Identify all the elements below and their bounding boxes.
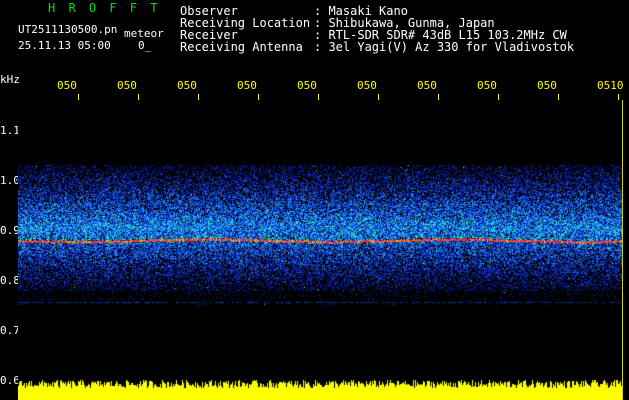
x-tick: 050	[117, 79, 137, 92]
datetime-label: 25.11.13 05:00	[18, 39, 111, 52]
y-tick: 1.1	[0, 124, 20, 137]
x-tick: 050	[177, 79, 197, 92]
x-tick: 0510	[597, 79, 624, 92]
x-tick: 050	[477, 79, 497, 92]
y-tick: 0.6	[0, 374, 20, 387]
x-tick: 050	[297, 79, 317, 92]
x-tick: 050	[537, 79, 557, 92]
x-tick: 050	[57, 79, 77, 92]
x-tick: 050	[417, 79, 437, 92]
right-axis-line	[622, 100, 623, 400]
y-tick: 0.7	[0, 324, 20, 337]
hrofft-screen: H R O F F T UT2511130500.pn meteor 25.11…	[0, 0, 629, 400]
x-tick: 050	[357, 79, 377, 92]
info-value-antenna: : 3el Yagi(V) Az 330 for Vladivostok	[314, 40, 575, 54]
y-axis-unit: kHz	[0, 73, 20, 86]
app-title: H R O F F T	[48, 1, 161, 15]
info-label-antenna: Receiving Antenna	[180, 40, 303, 54]
y-tick: 1.0	[0, 174, 20, 187]
sub-value: 0_	[138, 39, 152, 52]
spectrogram-plot	[18, 100, 622, 400]
y-tick: 0.8	[0, 274, 20, 287]
x-tick: 050	[237, 79, 257, 92]
y-tick: 0.9	[0, 224, 20, 237]
filename-label: UT2511130500.pn	[18, 23, 118, 36]
